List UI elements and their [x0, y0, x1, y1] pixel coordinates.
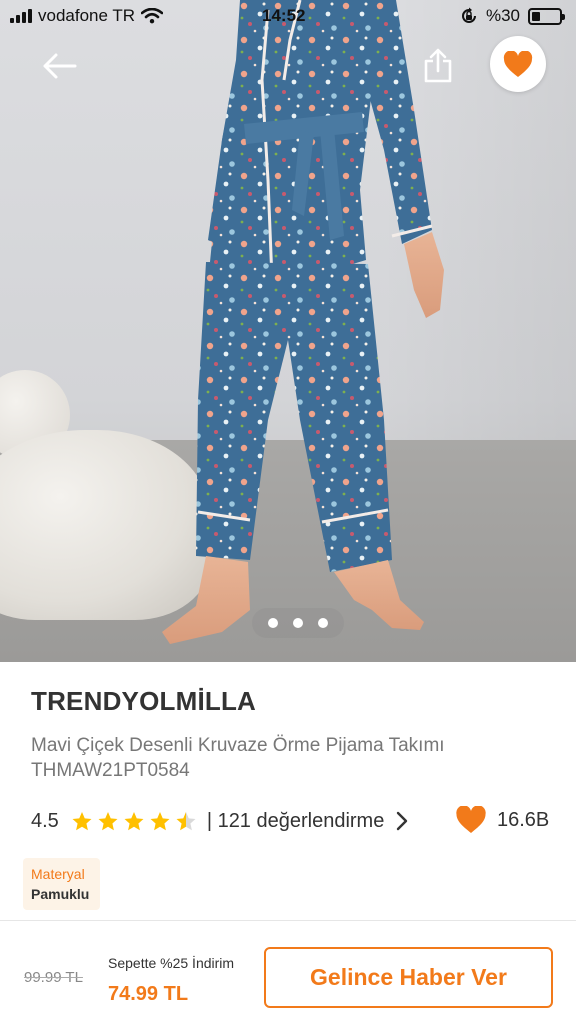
rating-value: 4.5 [31, 809, 59, 832]
product-title: Mavi Çiçek Desenli Kruvaze Örme Pijama T… [31, 735, 445, 781]
share-icon [424, 48, 452, 83]
star-icon [124, 812, 144, 831]
heart-icon [503, 50, 533, 77]
favorite-count-value: 16.6B [497, 808, 550, 831]
star-icon [176, 812, 196, 831]
notify-when-available-button[interactable]: Gelince Haber Ver [264, 947, 553, 1008]
brand-name[interactable]: TRENDYOLMİLLA [31, 686, 256, 717]
material-label: Materyal [31, 866, 85, 882]
favorite-count: 16.6B [455, 806, 549, 834]
battery-percent: %30 [485, 6, 520, 25]
status-right: %30 [460, 6, 565, 26]
favorite-button[interactable] [490, 36, 546, 92]
arrow-left-icon [43, 53, 77, 79]
orientation-lock-icon [462, 7, 476, 23]
star-icon [150, 812, 170, 831]
battery-level [532, 11, 540, 21]
product-photo [162, 0, 444, 644]
product-image-gallery[interactable] [0, 0, 576, 662]
rating-row[interactable]: 4.5 | 121 değerlendirme 16.6B [31, 806, 561, 836]
material-attribute: Materyal Pamuklu [23, 858, 100, 910]
status-left: vodafone TR [10, 6, 164, 26]
star-icon [72, 812, 92, 831]
chevron-right-icon[interactable] [396, 811, 408, 831]
battery-icon [528, 7, 565, 25]
share-button[interactable] [418, 44, 458, 88]
review-count-link[interactable]: | 121 değerlendirme [207, 810, 385, 833]
carrier-name: vodafone TR [38, 6, 136, 25]
pagination-dot[interactable] [318, 618, 328, 628]
original-price: 99.99 TL [24, 969, 83, 986]
back-button[interactable] [36, 44, 82, 88]
rating-stars [71, 811, 197, 831]
basket-discount-label: Sepette %25 İndirim [108, 955, 235, 971]
status-bar: vodafone TR 14:52 %30 [0, 0, 576, 32]
pagination-dot[interactable] [293, 618, 303, 628]
cellular-signal-icon [10, 9, 32, 23]
discounted-price: 74.99 TL [108, 983, 189, 1005]
pagination-dot[interactable] [268, 618, 278, 628]
purchase-bar: 99.99 TL Sepette %25 İndirim 74.99 TL Ge… [0, 920, 576, 1024]
wifi-icon [141, 8, 164, 24]
image-pagination-dots[interactable] [252, 608, 344, 638]
status-time: 14:52 [262, 6, 306, 25]
heart-icon [456, 806, 486, 833]
material-value: Pamuklu [31, 886, 90, 902]
star-icon [98, 812, 118, 831]
